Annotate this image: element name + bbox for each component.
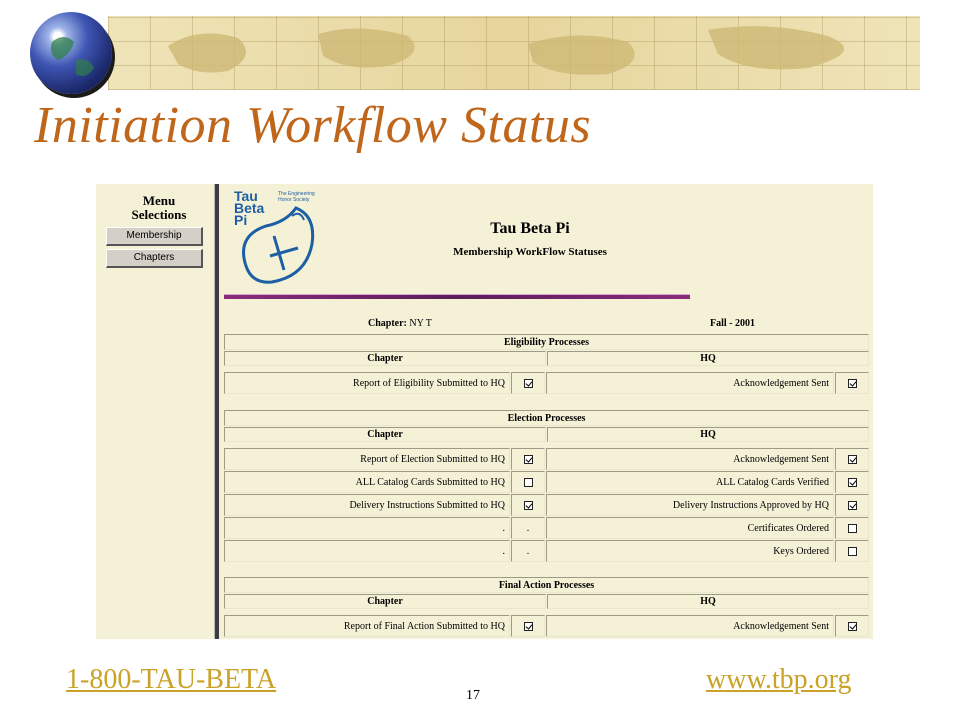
hq-task-checkbox[interactable] — [847, 477, 857, 487]
chapter-value: NY T — [409, 318, 432, 329]
chapter-task-checkbox[interactable] — [523, 454, 533, 464]
hq-task-checkbox[interactable] — [847, 500, 857, 510]
slide-title: Initiation Workflow Status — [34, 97, 592, 154]
column-header-chapter: Chapter — [224, 427, 546, 442]
hq-task-label: Acknowledgement Sent — [546, 372, 834, 394]
divider-rule — [224, 294, 690, 299]
column-header-hq: HQ — [547, 594, 869, 609]
hq-task-checkbox-cell — [835, 372, 869, 394]
hq-task-checkbox-cell — [835, 517, 869, 539]
hq-task-checkbox-cell — [835, 540, 869, 562]
chapter-task-checkbox-cell — [511, 494, 545, 516]
chapter-info: Chapter: NY T — [368, 318, 432, 329]
hq-task-checkbox-cell — [835, 471, 869, 493]
hq-task-label: Acknowledgement Sent — [546, 615, 834, 637]
chapter-placeholder: . — [526, 522, 530, 534]
website-link[interactable]: www.tbp.org — [706, 664, 851, 696]
hq-task-label: ALL Catalog Cards Verified — [546, 471, 834, 493]
hq-task-label: Keys Ordered — [546, 540, 834, 562]
chapter-task-checkbox[interactable] — [523, 500, 533, 510]
menu-frame: Menu Selections Membership Chapters — [96, 184, 214, 639]
chapter-task-label: Report of Final Action Submitted to HQ — [224, 615, 510, 637]
hq-task-checkbox[interactable] — [847, 454, 857, 464]
chapter-task-checkbox-cell: . — [511, 517, 545, 539]
column-header-chapter: Chapter — [224, 594, 546, 609]
content-frame: Tau Beta Pi The Engineering Honor Societ… — [220, 184, 873, 639]
chapter-task-checkbox[interactable] — [523, 477, 533, 487]
menu-heading: Menu Selections — [96, 194, 222, 222]
hq-task-checkbox[interactable] — [847, 546, 857, 556]
column-header-hq: HQ — [547, 427, 869, 442]
hq-task-checkbox-cell — [835, 448, 869, 470]
hq-task-label: Certificates Ordered — [546, 517, 834, 539]
section-title: Eligibility Processes — [224, 334, 869, 350]
page-number: 17 — [466, 688, 480, 703]
hq-task-checkbox-cell — [835, 615, 869, 637]
chapter-task-label: . — [224, 540, 510, 562]
logo-wordmark: Tau Beta Pi — [234, 189, 264, 227]
chapter-task-label: Report of Eligibility Submitted to HQ — [224, 372, 510, 394]
menu-heading-line1: Menu — [142, 193, 176, 208]
membership-button[interactable]: Membership — [106, 227, 203, 246]
chapter-task-checkbox-cell: . — [511, 540, 545, 562]
hq-task-checkbox-cell — [835, 494, 869, 516]
chapter-placeholder: . — [526, 545, 530, 557]
chapters-button[interactable]: Chapters — [106, 249, 203, 268]
chapter-task-checkbox-cell — [511, 615, 545, 637]
chapter-task-label: Delivery Instructions Submitted to HQ — [224, 494, 510, 516]
chapter-task-checkbox-cell — [511, 448, 545, 470]
chapter-task-label: Report of Election Submitted to HQ — [224, 448, 510, 470]
hq-task-checkbox[interactable] — [847, 378, 857, 388]
logo-tagline: The Engineering Honor Society — [278, 191, 315, 203]
chapter-task-checkbox[interactable] — [523, 378, 533, 388]
chapter-label: Chapter: — [368, 318, 407, 329]
hq-task-checkbox[interactable] — [847, 523, 857, 533]
hq-task-checkbox[interactable] — [847, 621, 857, 631]
phone-link[interactable]: 1-800-TAU-BETA — [66, 664, 276, 696]
org-name: Tau Beta Pi — [490, 220, 570, 237]
chapter-task-checkbox[interactable] — [523, 621, 533, 631]
chapter-task-label: . — [224, 517, 510, 539]
globe-icon — [30, 12, 112, 94]
menu-heading-line2: Selections — [131, 207, 187, 222]
world-map-banner — [108, 16, 920, 90]
chapter-task-label: ALL Catalog Cards Submitted to HQ — [224, 471, 510, 493]
section-title: Election Processes — [224, 410, 869, 426]
tau-beta-pi-logo: Tau Beta Pi The Engineering Honor Societ… — [226, 186, 336, 301]
workflow-screenshot: Menu Selections Membership Chapters Tau … — [96, 184, 873, 639]
page-subtitle: Membership WorkFlow Statuses — [453, 246, 607, 258]
hq-task-label: Acknowledgement Sent — [546, 448, 834, 470]
section-title: Final Action Processes — [224, 577, 869, 593]
chapter-task-checkbox-cell — [511, 471, 545, 493]
column-header-hq: HQ — [547, 351, 869, 366]
column-header-chapter: Chapter — [224, 351, 546, 366]
term-label: Fall - 2001 — [710, 318, 755, 329]
hq-task-label: Delivery Instructions Approved by HQ — [546, 494, 834, 516]
frame-divider[interactable] — [214, 184, 219, 639]
chapter-task-checkbox-cell — [511, 372, 545, 394]
